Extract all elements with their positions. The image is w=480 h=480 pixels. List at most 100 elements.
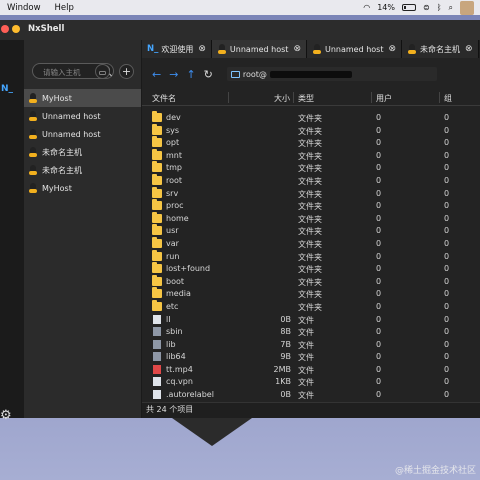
file-row[interactable]: opt 文件夹 0 0: [142, 136, 480, 150]
file-row[interactable]: run 文件夹 0 0: [142, 249, 480, 264]
column-divider: [371, 92, 372, 103]
file-row[interactable]: home 文件夹 0 0: [142, 211, 480, 226]
wifi-icon[interactable]: ◠: [363, 3, 370, 12]
close-window-button[interactable]: [1, 25, 9, 33]
close-tab-icon[interactable]: ⊗: [389, 44, 397, 54]
file-row[interactable]: dev 文件夹 0 0: [142, 111, 480, 125]
tab-label: 欢迎使用: [161, 44, 194, 54]
file-group: 0: [444, 276, 450, 286]
file-name: root: [166, 175, 183, 185]
file-group: 0: [444, 289, 450, 299]
host-item-myhost-2[interactable]: MyHost: [24, 179, 141, 197]
file-type: 文件夹: [298, 227, 322, 237]
file-name: run: [166, 251, 180, 261]
refresh-icon[interactable]: ↻: [204, 68, 213, 81]
file-row[interactable]: sbin 8B 文件 0 0: [142, 326, 480, 339]
file-user: 0: [376, 314, 382, 324]
path-input[interactable]: root@: [226, 67, 437, 81]
menu-window[interactable]: Window: [0, 3, 48, 13]
file-row[interactable]: srv 文件夹 0 0: [142, 186, 480, 201]
col-name[interactable]: 文件名: [152, 93, 176, 104]
minimize-window-button[interactable]: [12, 25, 20, 33]
file-name: var: [166, 238, 179, 248]
folder-icon: [152, 161, 162, 173]
forward-arrow-icon[interactable]: →: [169, 68, 178, 81]
nxshell-logo-icon[interactable]: N_: [1, 84, 13, 94]
linux-tux-icon: [28, 165, 38, 175]
open-folder-button[interactable]: ▭: [95, 64, 110, 79]
file-row[interactable]: lib64 9B 文件 0 0: [142, 351, 480, 364]
back-arrow-icon[interactable]: ←: [152, 68, 161, 81]
control-center-icon[interactable]: ⊜: [423, 3, 430, 12]
col-size[interactable]: 大小: [274, 93, 290, 104]
col-group[interactable]: 组: [444, 93, 452, 104]
file-row[interactable]: tt.mp4 2MB 文件 0 0: [142, 364, 480, 377]
search-spotlight-icon[interactable]: ⌕: [449, 3, 453, 13]
file-row[interactable]: var 文件夹 0 0: [142, 236, 480, 251]
col-user[interactable]: 用户: [376, 93, 392, 104]
file-user: 0: [376, 327, 382, 337]
file-row[interactable]: .autorelabel 0B 文件 0 0: [142, 389, 480, 402]
close-tab-icon[interactable]: ⊗: [198, 44, 206, 54]
activity-bar: N_ ⚙: [0, 40, 24, 423]
file-type: 文件: [298, 315, 314, 325]
file-row[interactable]: media 文件夹 0 0: [142, 287, 480, 301]
file-type: 文件: [298, 391, 314, 401]
up-arrow-icon[interactable]: ↑: [186, 68, 195, 81]
file-row[interactable]: etc 文件夹 0 0: [142, 299, 480, 314]
bluetooth-icon[interactable]: ᛒ: [437, 3, 442, 12]
status-bar: 共 24 个项目: [142, 402, 480, 418]
file-size: 7B: [280, 339, 291, 349]
file-type: 文件夹: [298, 176, 322, 186]
host-item-unnamed-1[interactable]: Unnamed host: [24, 107, 141, 125]
file-row[interactable]: usr 文件夹 0 0: [142, 224, 480, 238]
file-type: 文件夹: [298, 114, 322, 123]
redacted-path: [269, 70, 352, 78]
file-user: 0: [376, 276, 382, 286]
folder-icon: [152, 262, 162, 274]
file-row[interactable]: proc 文件夹 0 0: [142, 199, 480, 213]
close-tab-icon[interactable]: ⊗: [293, 44, 301, 54]
file-type: 文件夹: [298, 139, 322, 149]
host-item-unnamed-cn-2[interactable]: 未命名主机: [24, 161, 141, 179]
file-name: usr: [166, 226, 179, 236]
file-row[interactable]: lib 7B 文件 0 0: [142, 339, 480, 352]
file-row[interactable]: root 文件夹 0 0: [142, 173, 480, 188]
file-row[interactable]: sys 文件夹 0 0: [142, 123, 480, 138]
host-item-myhost[interactable]: MyHost: [24, 89, 141, 107]
tab-unnamed-host-1[interactable]: Unnamed host ⊗: [211, 40, 307, 58]
host-item-unnamed-cn-1[interactable]: 未命名主机: [24, 143, 141, 161]
col-type[interactable]: 类型: [298, 93, 314, 104]
file-group: 0: [444, 226, 450, 236]
file-name: dev: [166, 113, 181, 122]
host-item-unnamed-2[interactable]: Unnamed host: [24, 125, 141, 143]
file-size: 2MB: [273, 364, 291, 374]
folder-icon: [152, 274, 162, 286]
file-group: 0: [444, 301, 450, 311]
file-size: 1KB: [275, 377, 291, 387]
file-group: 0: [444, 264, 450, 274]
file-row[interactable]: cq.vpn 1KB 文件 0 0: [142, 376, 480, 389]
column-divider: [228, 92, 229, 103]
menu-help[interactable]: Help: [48, 3, 81, 13]
add-host-button[interactable]: +: [119, 64, 134, 79]
folder-icon: [152, 148, 162, 160]
path-prefix: root@: [242, 69, 267, 79]
file-row[interactable]: tmp 文件夹 0 0: [142, 161, 480, 175]
close-tab-icon[interactable]: ⊗: [465, 44, 473, 54]
user-avatar[interactable]: [460, 0, 474, 15]
file-group: 0: [444, 314, 450, 324]
battery-icon[interactable]: [402, 4, 416, 11]
file-row[interactable]: lI 0B 文件 0 0: [142, 314, 480, 327]
file-group: 0: [444, 138, 450, 148]
file-row[interactable]: boot 文件夹 0 0: [142, 274, 480, 289]
tab-label: Unnamed host: [324, 44, 384, 54]
dock-pointer: [172, 418, 252, 446]
file-row[interactable]: mnt 文件夹 0 0: [142, 148, 480, 163]
tab-unnamed-host-cn[interactable]: 未命名主机 ⊗: [402, 40, 479, 58]
tab-welcome[interactable]: N_ 欢迎使用 ⊗: [142, 40, 212, 58]
file-row[interactable]: lost+found 文件夹 0 0: [142, 262, 480, 276]
gear-icon[interactable]: ⚙: [0, 408, 12, 423]
file-type: 文件夹: [298, 126, 322, 136]
tab-unnamed-host-2[interactable]: Unnamed host ⊗: [306, 40, 403, 58]
